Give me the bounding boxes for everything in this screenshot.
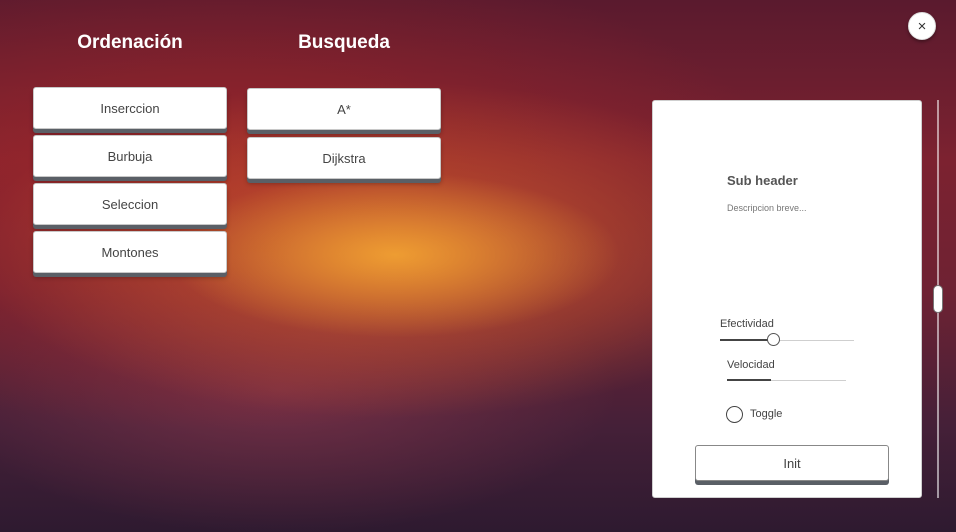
sort-heap-button[interactable]: Montones	[33, 231, 227, 273]
close-icon: ×	[917, 17, 927, 35]
scrollbar-thumb[interactable]	[933, 285, 943, 313]
sorting-section-title: Ordenación	[77, 32, 183, 53]
efectividad-slider-thumb[interactable]	[767, 333, 781, 346]
velocidad-label: Velocidad	[727, 359, 775, 371]
toggle-radio[interactable]	[726, 406, 743, 423]
panel-sub-header: Sub header	[727, 173, 798, 188]
algorithm-panel: Sub header Descripcion breve... Efectivi…	[652, 100, 922, 498]
search-astar-button[interactable]: A*	[247, 88, 441, 130]
efectividad-slider-fill	[720, 339, 774, 341]
efectividad-slider[interactable]	[720, 333, 854, 346]
efectividad-label: Efectividad	[720, 318, 774, 330]
search-section-title: Busqueda	[298, 32, 390, 53]
sort-selection-button[interactable]: Seleccion	[33, 183, 227, 225]
sort-insertion-button[interactable]: Inserccion	[33, 87, 227, 129]
sort-bubble-button[interactable]: Burbuja	[33, 135, 227, 177]
toggle-label: Toggle	[750, 408, 783, 420]
close-button[interactable]: ×	[908, 12, 936, 40]
init-button[interactable]: Init	[695, 445, 889, 481]
panel-description: Descripcion breve...	[727, 203, 807, 213]
velocidad-slider[interactable]	[727, 379, 846, 381]
velocidad-slider-fill	[727, 379, 772, 381]
search-dijkstra-button[interactable]: Dijkstra	[247, 137, 441, 179]
